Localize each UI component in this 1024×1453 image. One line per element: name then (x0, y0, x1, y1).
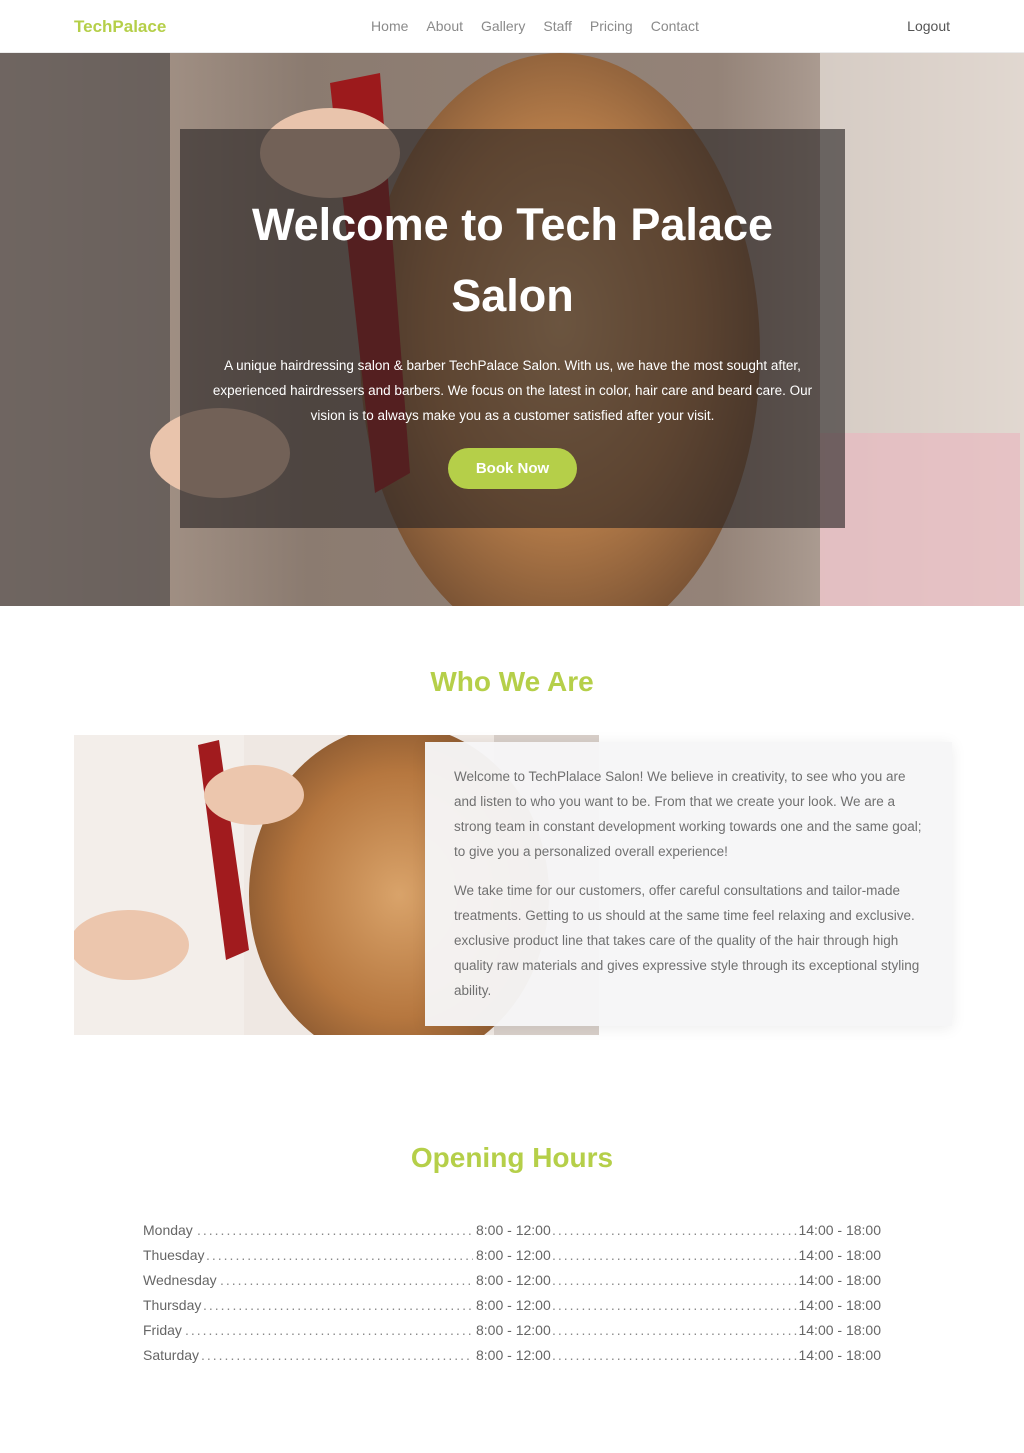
hours-row: Thuesday................................… (143, 1243, 881, 1268)
nav-link-home[interactable]: Home (371, 18, 408, 34)
hours-row: Friday..................................… (143, 1318, 881, 1343)
brand-logo[interactable]: TechPalace (74, 17, 166, 37)
hero-description: A unique hairdressing salon & barber Tec… (212, 358, 813, 423)
hours-row: Thursday................................… (143, 1293, 881, 1318)
hours-morning: 8:00 - 12:00 (476, 1322, 551, 1338)
hours-day: Thuesday (143, 1247, 205, 1263)
hours-afternoon: 14:00 - 18:00 (798, 1272, 881, 1288)
hero-title: Welcome to Tech Palace Salon (251, 199, 774, 321)
hours-afternoon: 14:00 - 18:00 (798, 1322, 881, 1338)
who-we-are-title: Who We Are (430, 666, 594, 697)
nav-link-about[interactable]: About (426, 18, 463, 34)
nav-link-contact[interactable]: Contact (651, 18, 699, 34)
hours-afternoon: 14:00 - 18:00 (798, 1247, 881, 1263)
hours-dot-leader: ........................................… (552, 1272, 800, 1288)
hours-morning: 8:00 - 12:00 (476, 1347, 551, 1363)
hours-row: Wednesday...............................… (143, 1268, 881, 1293)
hours-dot-leader: ........................................… (552, 1247, 800, 1263)
hours-dot-leader: ........................................… (201, 1347, 473, 1363)
nav-link-staff[interactable]: Staff (543, 18, 572, 34)
logout-link[interactable]: Logout (907, 18, 950, 34)
hero-overlay-box: Welcome to Tech Palace Salon A unique ha… (180, 129, 845, 528)
hours-dot-leader: ........................................… (203, 1297, 473, 1313)
nav-link-pricing[interactable]: Pricing (590, 18, 633, 34)
hours-afternoon: 14:00 - 18:00 (798, 1222, 881, 1238)
hours-dot-leader: ........................................… (552, 1322, 800, 1338)
nav-link-gallery[interactable]: Gallery (481, 18, 525, 34)
hours-dot-leader: ........................................… (185, 1322, 473, 1338)
hours-morning: 8:00 - 12:00 (476, 1247, 551, 1263)
hours-dot-leader: ........................................… (206, 1247, 473, 1263)
book-now-button[interactable]: Book Now (448, 448, 577, 489)
hours-afternoon: 14:00 - 18:00 (798, 1347, 881, 1363)
hours-row: Monday..................................… (143, 1218, 881, 1243)
opening-hours-list: Monday..................................… (143, 1218, 881, 1368)
hours-day: Saturday (143, 1347, 200, 1363)
hero-section: Welcome to Tech Palace Salon A unique ha… (0, 53, 1024, 606)
hours-day: Thursday (143, 1297, 202, 1313)
hours-morning: 8:00 - 12:00 (476, 1222, 551, 1238)
nav-links: Home About Gallery Staff Pricing Contact (360, 18, 710, 34)
hours-morning: 8:00 - 12:00 (476, 1272, 551, 1288)
hours-dot-leader: ........................................… (197, 1222, 473, 1238)
who-we-are-paragraph-2: We take time for our customers, offer ca… (454, 883, 920, 998)
hours-day: Monday (143, 1222, 193, 1238)
hours-day: Wednesday (143, 1272, 217, 1288)
hours-dot-leader: ........................................… (552, 1297, 800, 1313)
hours-afternoon: 14:00 - 18:00 (798, 1297, 881, 1313)
who-we-are-card: Welcome to TechPlalace Salon! We believe… (425, 742, 952, 1026)
hours-dot-leader: ........................................… (552, 1222, 800, 1238)
who-we-are-paragraph-1: Welcome to TechPlalace Salon! We believe… (454, 769, 922, 859)
navbar: TechPalace Home About Gallery Staff Pric… (0, 0, 1024, 53)
hours-day: Friday (143, 1322, 182, 1338)
opening-hours-title: Opening Hours (410, 1142, 614, 1173)
hours-dot-leader: ........................................… (220, 1272, 473, 1288)
hours-dot-leader: ........................................… (552, 1347, 800, 1363)
hours-morning: 8:00 - 12:00 (476, 1297, 551, 1313)
hours-row: Saturday................................… (143, 1343, 881, 1368)
